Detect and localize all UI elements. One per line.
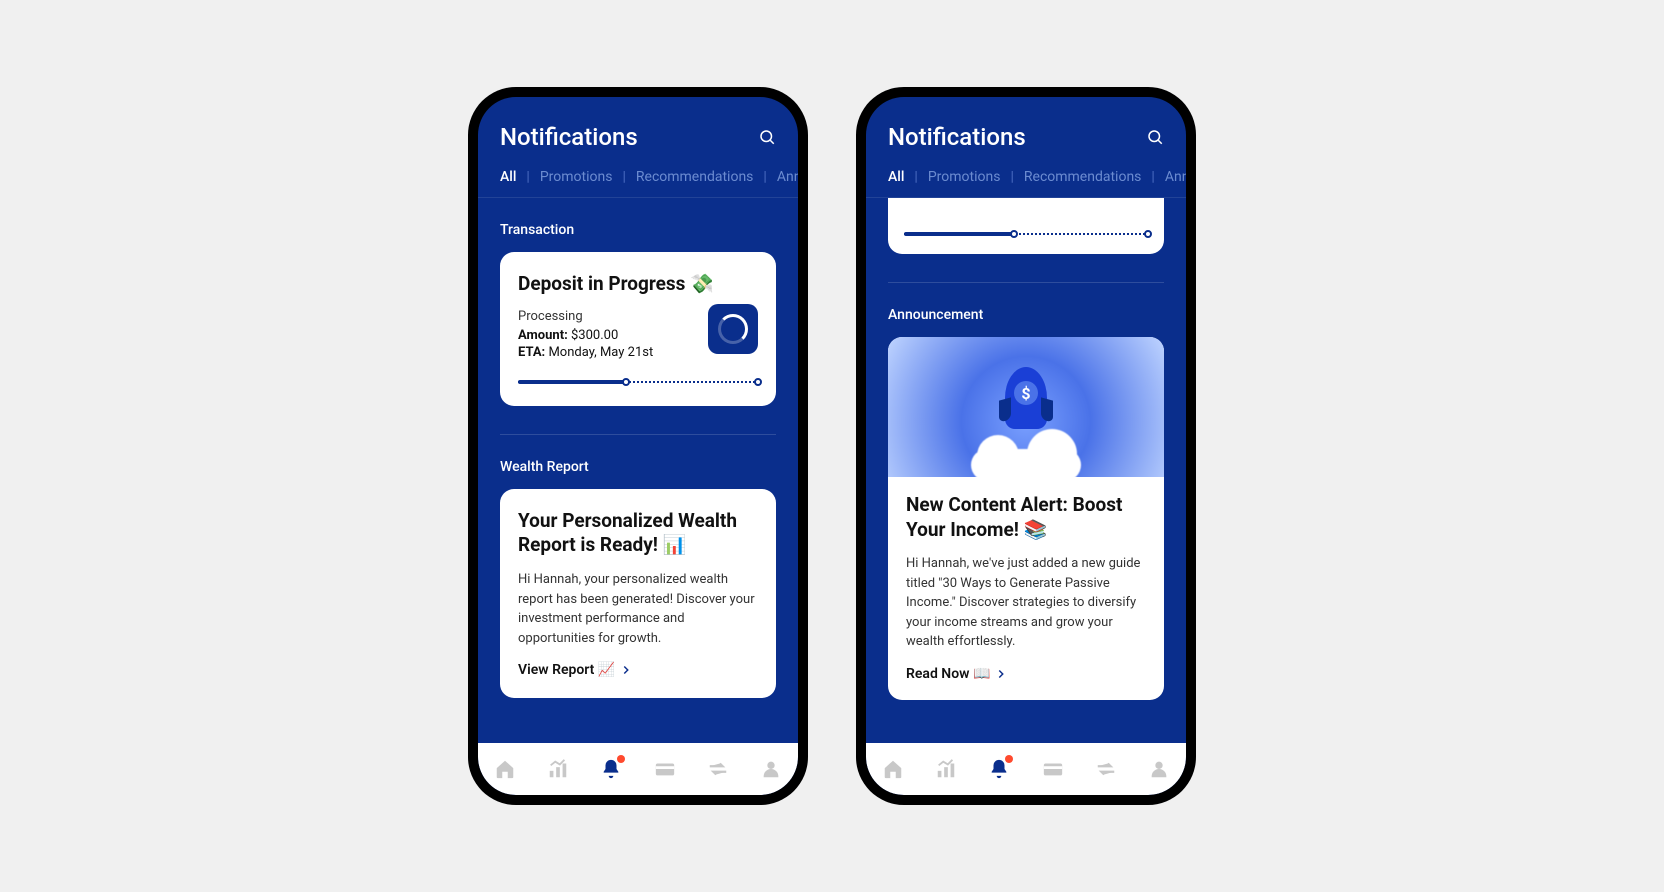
announcement-image: $ xyxy=(888,337,1164,477)
section-transaction: Transaction xyxy=(500,222,776,238)
notification-badge xyxy=(1005,755,1013,763)
screen-1: Notifications All| Promotions| Recommend… xyxy=(478,97,798,795)
search-icon[interactable] xyxy=(1146,128,1164,146)
transaction-card[interactable]: Deposit in Progress 💸 Processing Amount:… xyxy=(500,252,776,406)
tab-all[interactable]: All xyxy=(500,169,516,197)
wealth-card[interactable]: Your Personalized Wealth Report is Ready… xyxy=(500,489,776,698)
content: Announcement $ New Content xyxy=(866,198,1186,743)
phone-frame-2: Notifications All| Promotions| Recommend… xyxy=(856,87,1196,805)
page-title: Notifications xyxy=(888,123,1026,151)
nav-cards[interactable] xyxy=(653,757,677,781)
nav-profile[interactable] xyxy=(1147,757,1171,781)
tab-recommendations[interactable]: Recommendations xyxy=(636,169,754,197)
section-announcement: Announcement xyxy=(888,307,1164,323)
screen-2: Notifications All| Promotions| Recommend… xyxy=(866,97,1186,795)
nav-stats[interactable] xyxy=(934,757,958,781)
chevron-right-icon xyxy=(994,667,1008,681)
tab-recommendations[interactable]: Recommendations xyxy=(1024,169,1142,197)
announcement-card[interactable]: $ New Content Alert: Boost Your Income! … xyxy=(888,337,1164,700)
wealth-body: Hi Hannah, your personalized wealth repo… xyxy=(518,570,758,648)
nav-transfer[interactable] xyxy=(706,757,730,781)
tab-all[interactable]: All xyxy=(888,169,904,197)
navbar xyxy=(866,743,1186,795)
nav-stats[interactable] xyxy=(546,757,570,781)
divider xyxy=(888,282,1164,283)
content: Transaction Deposit in Progress 💸 Proces… xyxy=(478,198,798,743)
announcement-title: New Content Alert: Boost Your Income! 📚 xyxy=(906,493,1146,542)
navbar xyxy=(478,743,798,795)
nav-home[interactable] xyxy=(881,757,905,781)
nav-cards[interactable] xyxy=(1041,757,1065,781)
tabs: All| Promotions| Recommendations| Ann… xyxy=(478,169,798,198)
progress-card-remainder[interactable] xyxy=(888,198,1164,254)
phone-frame-1: Notifications All| Promotions| Recommend… xyxy=(468,87,808,805)
wealth-title: Your Personalized Wealth Report is Ready… xyxy=(518,509,758,558)
nav-notifications[interactable] xyxy=(599,757,623,781)
tab-promotions[interactable]: Promotions xyxy=(540,169,613,197)
tab-promotions[interactable]: Promotions xyxy=(928,169,1001,197)
search-icon[interactable] xyxy=(758,128,776,146)
notification-badge xyxy=(617,755,625,763)
divider xyxy=(500,434,776,435)
tab-announcements[interactable]: Ann… xyxy=(777,169,798,197)
chevron-right-icon xyxy=(619,663,633,677)
page-title: Notifications xyxy=(500,123,638,151)
view-report-link[interactable]: View Report 📈 xyxy=(518,662,758,678)
nav-home[interactable] xyxy=(493,757,517,781)
header: Notifications xyxy=(866,97,1186,169)
spinner-icon xyxy=(708,304,758,354)
progress-bar xyxy=(904,230,1148,238)
tabs: All| Promotions| Recommendations| Ann… xyxy=(866,169,1186,198)
transaction-title: Deposit in Progress 💸 xyxy=(518,272,758,297)
nav-transfer[interactable] xyxy=(1094,757,1118,781)
tab-announcements[interactable]: Ann… xyxy=(1165,169,1186,197)
section-wealth: Wealth Report xyxy=(500,459,776,475)
nav-notifications[interactable] xyxy=(987,757,1011,781)
announcement-body: Hi Hannah, we've just added a new guide … xyxy=(906,554,1146,652)
progress-bar xyxy=(518,378,758,386)
read-now-link[interactable]: Read Now 📖 xyxy=(906,666,1146,682)
nav-profile[interactable] xyxy=(759,757,783,781)
header: Notifications xyxy=(478,97,798,169)
canvas: Notifications All| Promotions| Recommend… xyxy=(52,26,1612,866)
